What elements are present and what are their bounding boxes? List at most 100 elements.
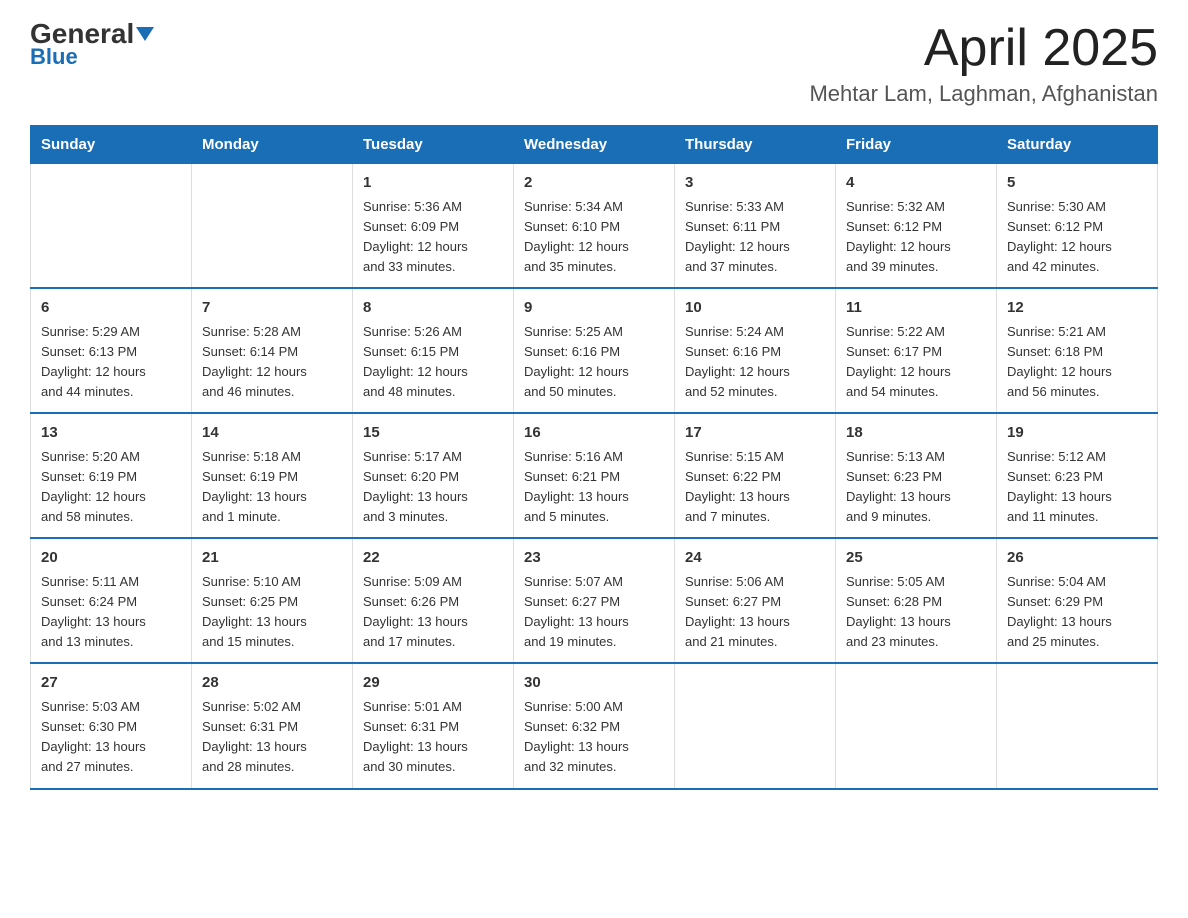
day-number: 20 [41,547,181,570]
calendar-week-row: 13Sunrise: 5:20 AM Sunset: 6:19 PM Dayli… [31,413,1158,538]
day-detail: Sunrise: 5:01 AM Sunset: 6:31 PM Dayligh… [363,697,503,778]
day-number: 24 [685,547,825,570]
calendar-cell [31,164,192,289]
calendar-cell: 6Sunrise: 5:29 AM Sunset: 6:13 PM Daylig… [31,288,192,413]
calendar-cell: 2Sunrise: 5:34 AM Sunset: 6:10 PM Daylig… [514,164,675,289]
day-number: 3 [685,172,825,195]
day-detail: Sunrise: 5:11 AM Sunset: 6:24 PM Dayligh… [41,572,181,653]
calendar-cell: 26Sunrise: 5:04 AM Sunset: 6:29 PM Dayli… [997,538,1158,663]
header-sunday: Sunday [31,126,192,164]
calendar-cell: 22Sunrise: 5:09 AM Sunset: 6:26 PM Dayli… [353,538,514,663]
calendar-cell [675,663,836,788]
calendar-cell: 17Sunrise: 5:15 AM Sunset: 6:22 PM Dayli… [675,413,836,538]
day-detail: Sunrise: 5:21 AM Sunset: 6:18 PM Dayligh… [1007,322,1147,403]
logo-triangle-icon [136,27,154,41]
calendar-cell: 23Sunrise: 5:07 AM Sunset: 6:27 PM Dayli… [514,538,675,663]
day-number: 15 [363,422,503,445]
day-detail: Sunrise: 5:22 AM Sunset: 6:17 PM Dayligh… [846,322,986,403]
day-detail: Sunrise: 5:34 AM Sunset: 6:10 PM Dayligh… [524,197,664,278]
day-number: 7 [202,297,342,320]
day-detail: Sunrise: 5:20 AM Sunset: 6:19 PM Dayligh… [41,447,181,528]
day-number: 8 [363,297,503,320]
day-detail: Sunrise: 5:05 AM Sunset: 6:28 PM Dayligh… [846,572,986,653]
calendar-cell: 16Sunrise: 5:16 AM Sunset: 6:21 PM Dayli… [514,413,675,538]
day-number: 13 [41,422,181,445]
calendar-cell: 11Sunrise: 5:22 AM Sunset: 6:17 PM Dayli… [836,288,997,413]
header-tuesday: Tuesday [353,126,514,164]
day-number: 14 [202,422,342,445]
calendar-cell [836,663,997,788]
calendar-cell: 4Sunrise: 5:32 AM Sunset: 6:12 PM Daylig… [836,164,997,289]
day-detail: Sunrise: 5:17 AM Sunset: 6:20 PM Dayligh… [363,447,503,528]
day-number: 18 [846,422,986,445]
day-number: 22 [363,547,503,570]
day-number: 5 [1007,172,1147,195]
day-number: 11 [846,297,986,320]
day-detail: Sunrise: 5:06 AM Sunset: 6:27 PM Dayligh… [685,572,825,653]
calendar-cell: 27Sunrise: 5:03 AM Sunset: 6:30 PM Dayli… [31,663,192,788]
calendar-cell: 18Sunrise: 5:13 AM Sunset: 6:23 PM Dayli… [836,413,997,538]
day-detail: Sunrise: 5:03 AM Sunset: 6:30 PM Dayligh… [41,697,181,778]
calendar-cell: 10Sunrise: 5:24 AM Sunset: 6:16 PM Dayli… [675,288,836,413]
calendar-cell: 14Sunrise: 5:18 AM Sunset: 6:19 PM Dayli… [192,413,353,538]
day-detail: Sunrise: 5:24 AM Sunset: 6:16 PM Dayligh… [685,322,825,403]
day-detail: Sunrise: 5:15 AM Sunset: 6:22 PM Dayligh… [685,447,825,528]
day-detail: Sunrise: 5:09 AM Sunset: 6:26 PM Dayligh… [363,572,503,653]
day-number: 25 [846,547,986,570]
logo-area: General Blue [30,20,154,70]
day-number: 9 [524,297,664,320]
day-number: 23 [524,547,664,570]
day-detail: Sunrise: 5:30 AM Sunset: 6:12 PM Dayligh… [1007,197,1147,278]
day-number: 1 [363,172,503,195]
day-number: 21 [202,547,342,570]
calendar-cell: 28Sunrise: 5:02 AM Sunset: 6:31 PM Dayli… [192,663,353,788]
day-detail: Sunrise: 5:16 AM Sunset: 6:21 PM Dayligh… [524,447,664,528]
day-detail: Sunrise: 5:13 AM Sunset: 6:23 PM Dayligh… [846,447,986,528]
calendar-cell: 7Sunrise: 5:28 AM Sunset: 6:14 PM Daylig… [192,288,353,413]
calendar-cell: 29Sunrise: 5:01 AM Sunset: 6:31 PM Dayli… [353,663,514,788]
day-detail: Sunrise: 5:18 AM Sunset: 6:19 PM Dayligh… [202,447,342,528]
day-number: 16 [524,422,664,445]
calendar-week-row: 6Sunrise: 5:29 AM Sunset: 6:13 PM Daylig… [31,288,1158,413]
day-number: 26 [1007,547,1147,570]
day-detail: Sunrise: 5:07 AM Sunset: 6:27 PM Dayligh… [524,572,664,653]
calendar-table: SundayMondayTuesdayWednesdayThursdayFrid… [30,125,1158,789]
day-detail: Sunrise: 5:00 AM Sunset: 6:32 PM Dayligh… [524,697,664,778]
header-saturday: Saturday [997,126,1158,164]
day-detail: Sunrise: 5:36 AM Sunset: 6:09 PM Dayligh… [363,197,503,278]
calendar-cell: 30Sunrise: 5:00 AM Sunset: 6:32 PM Dayli… [514,663,675,788]
day-number: 10 [685,297,825,320]
month-title: April 2025 [809,20,1158,77]
day-number: 28 [202,672,342,695]
calendar-cell: 15Sunrise: 5:17 AM Sunset: 6:20 PM Dayli… [353,413,514,538]
calendar-week-row: 27Sunrise: 5:03 AM Sunset: 6:30 PM Dayli… [31,663,1158,788]
logo-blue-text: Blue [30,44,78,70]
day-detail: Sunrise: 5:26 AM Sunset: 6:15 PM Dayligh… [363,322,503,403]
calendar-cell: 24Sunrise: 5:06 AM Sunset: 6:27 PM Dayli… [675,538,836,663]
day-number: 6 [41,297,181,320]
calendar-cell: 5Sunrise: 5:30 AM Sunset: 6:12 PM Daylig… [997,164,1158,289]
header-friday: Friday [836,126,997,164]
day-detail: Sunrise: 5:32 AM Sunset: 6:12 PM Dayligh… [846,197,986,278]
day-detail: Sunrise: 5:02 AM Sunset: 6:31 PM Dayligh… [202,697,342,778]
header-wednesday: Wednesday [514,126,675,164]
calendar-cell [997,663,1158,788]
calendar-header-row: SundayMondayTuesdayWednesdayThursdayFrid… [31,126,1158,164]
day-number: 29 [363,672,503,695]
day-number: 30 [524,672,664,695]
calendar-cell: 12Sunrise: 5:21 AM Sunset: 6:18 PM Dayli… [997,288,1158,413]
calendar-cell [192,164,353,289]
day-detail: Sunrise: 5:25 AM Sunset: 6:16 PM Dayligh… [524,322,664,403]
calendar-cell: 20Sunrise: 5:11 AM Sunset: 6:24 PM Dayli… [31,538,192,663]
day-detail: Sunrise: 5:04 AM Sunset: 6:29 PM Dayligh… [1007,572,1147,653]
calendar-week-row: 1Sunrise: 5:36 AM Sunset: 6:09 PM Daylig… [31,164,1158,289]
calendar-cell: 9Sunrise: 5:25 AM Sunset: 6:16 PM Daylig… [514,288,675,413]
calendar-cell: 13Sunrise: 5:20 AM Sunset: 6:19 PM Dayli… [31,413,192,538]
calendar-cell: 8Sunrise: 5:26 AM Sunset: 6:15 PM Daylig… [353,288,514,413]
day-detail: Sunrise: 5:28 AM Sunset: 6:14 PM Dayligh… [202,322,342,403]
day-number: 27 [41,672,181,695]
header-monday: Monday [192,126,353,164]
calendar-cell: 3Sunrise: 5:33 AM Sunset: 6:11 PM Daylig… [675,164,836,289]
calendar-cell: 21Sunrise: 5:10 AM Sunset: 6:25 PM Dayli… [192,538,353,663]
calendar-cell: 19Sunrise: 5:12 AM Sunset: 6:23 PM Dayli… [997,413,1158,538]
